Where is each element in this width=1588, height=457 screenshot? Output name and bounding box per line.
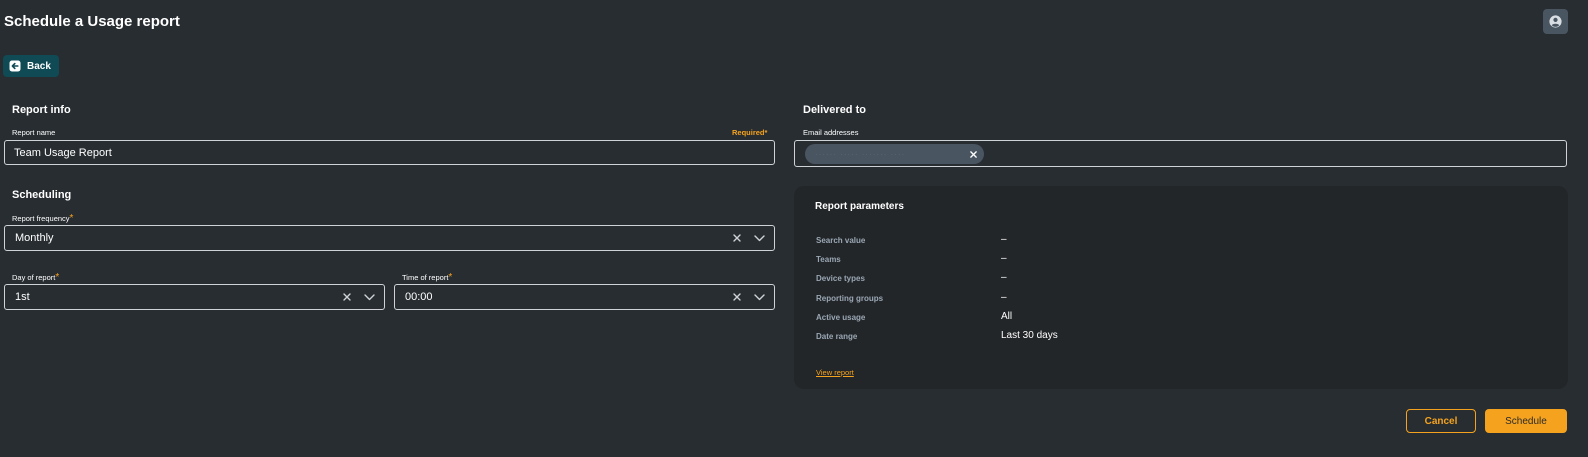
param-value-device-types: –	[1001, 272, 1007, 283]
param-value-active-usage: All	[1001, 311, 1013, 322]
report-info-heading: Report info	[12, 104, 71, 116]
user-profile-button[interactable]	[1543, 9, 1568, 34]
view-report-link[interactable]: View report	[816, 368, 854, 377]
report-frequency-value: Monthly	[15, 232, 54, 244]
param-value-date-range: Last 30 days	[1001, 330, 1058, 341]
user-circle-icon	[1549, 15, 1562, 28]
back-button[interactable]: Back	[3, 55, 59, 77]
param-value-teams: –	[1001, 253, 1007, 264]
arrow-left-box-icon	[9, 60, 21, 72]
report-frequency-select[interactable]: Monthly	[4, 225, 775, 251]
report-name-label: Report name	[12, 128, 56, 137]
frequency-dropdown-toggle[interactable]	[752, 231, 766, 245]
day-of-report-label-text: Day of report	[12, 273, 56, 282]
schedule-button[interactable]: Schedule	[1485, 409, 1567, 433]
time-of-report-value: 00:00	[405, 291, 433, 303]
report-parameters-title: Report parameters	[815, 201, 904, 212]
clear-day-button[interactable]	[340, 290, 354, 304]
delivered-to-heading: Delivered to	[803, 104, 866, 116]
required-star: *	[448, 272, 453, 283]
day-of-report-label: Day of report*	[12, 272, 59, 283]
report-name-input[interactable]: Team Usage Report	[4, 140, 775, 165]
param-label-active-usage: Active usage	[816, 313, 866, 322]
day-of-report-select[interactable]: 1st	[4, 284, 385, 310]
chevron-down-icon	[753, 293, 765, 300]
report-parameters-card: Report parameters Search value – Teams –…	[794, 186, 1568, 389]
page-title: Schedule a Usage report	[4, 13, 180, 30]
close-icon	[343, 293, 351, 301]
chevron-down-icon	[363, 293, 375, 300]
clear-frequency-button[interactable]	[730, 231, 744, 245]
required-star: *	[69, 213, 74, 224]
time-of-report-label-text: Time of report	[402, 273, 449, 282]
report-frequency-label-text: Report frequency	[12, 214, 70, 223]
param-label-device-types: Device types	[816, 274, 865, 283]
email-chip: ······ ····· ······· ····	[805, 144, 984, 164]
email-chip-text: ······ ····· ······· ····	[815, 149, 906, 159]
param-value-search-value: –	[1001, 234, 1007, 245]
param-value-reporting-groups: –	[1001, 292, 1007, 303]
chevron-down-icon	[753, 234, 765, 241]
report-frequency-label: Report frequency*	[12, 213, 73, 224]
email-addresses-label: Email addresses	[803, 128, 859, 137]
required-star: *	[55, 272, 60, 283]
clear-time-button[interactable]	[730, 290, 744, 304]
time-of-report-select[interactable]: 00:00	[394, 284, 775, 310]
close-icon	[969, 150, 977, 158]
param-label-reporting-groups: Reporting groups	[816, 294, 884, 303]
remove-email-button[interactable]	[966, 147, 980, 161]
time-dropdown-toggle[interactable]	[752, 290, 766, 304]
time-of-report-label: Time of report*	[402, 272, 452, 283]
cancel-button[interactable]: Cancel	[1406, 409, 1476, 433]
param-label-search-value: Search value	[816, 236, 866, 245]
day-dropdown-toggle[interactable]	[362, 290, 376, 304]
back-label: Back	[27, 60, 51, 72]
day-of-report-value: 1st	[15, 291, 30, 303]
scheduling-heading: Scheduling	[12, 189, 72, 201]
close-icon	[733, 293, 741, 301]
param-label-teams: Teams	[816, 255, 841, 264]
required-indicator: Required*	[732, 128, 768, 137]
email-addresses-input[interactable]: ······ ····· ······· ····	[794, 140, 1567, 167]
close-icon	[733, 234, 741, 242]
param-label-date-range: Date range	[816, 332, 858, 341]
